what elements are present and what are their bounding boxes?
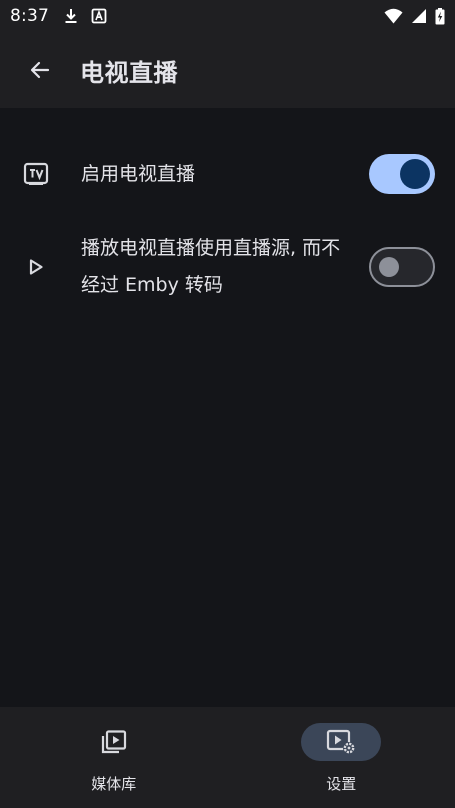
enable-live-tv-switch[interactable] — [369, 154, 435, 194]
tv-icon — [22, 160, 50, 188]
play-icon — [22, 253, 50, 281]
setting-label: 播放电视直播使用直播源, 而不经过 Emby 转码 — [81, 237, 341, 296]
use-direct-stream-switch[interactable] — [369, 247, 435, 287]
setting-use-direct-stream[interactable]: 播放电视直播使用直播源, 而不经过 Emby 转码 — [0, 224, 455, 310]
app-bar: 电视直播 — [0, 32, 455, 108]
wifi-icon — [384, 8, 403, 24]
bottom-navigation: 媒体库 设置 — [0, 707, 455, 808]
status-bar: 8:37 — [0, 0, 455, 32]
status-left-icons — [63, 8, 107, 24]
settings-list: 启用电视直播 播放电视直播使用直播源, 而不经过 Emby 转码 — [0, 128, 455, 310]
app-screen: 8:37 电视直播 启用电视直播 播放电视直播使用直播源, 而不经过 Emby … — [0, 0, 455, 808]
nav-icon-container — [301, 723, 382, 761]
status-time: 8:37 — [10, 6, 49, 26]
page-title: 电视直播 — [80, 58, 178, 87]
nav-item-media-library[interactable]: 媒体库 — [0, 707, 228, 808]
signal-icon — [412, 9, 426, 23]
battery-charging-icon — [435, 7, 445, 24]
download-icon — [65, 9, 77, 23]
switch-knob — [379, 257, 399, 277]
app-notification-icon — [91, 8, 107, 24]
status-right-icons — [384, 7, 445, 25]
media-library-icon — [101, 730, 126, 754]
arrow-back-icon — [30, 61, 50, 79]
nav-icon-container — [74, 723, 154, 761]
nav-label: 设置 — [326, 775, 357, 793]
switch-knob — [400, 159, 430, 189]
nav-item-settings[interactable]: 设置 — [228, 707, 455, 808]
setting-label: 启用电视直播 — [81, 162, 196, 185]
back-button[interactable] — [16, 46, 64, 94]
settings-video-icon — [327, 729, 356, 754]
setting-enable-live-tv[interactable]: 启用电视直播 — [0, 128, 455, 220]
nav-label: 媒体库 — [91, 775, 137, 793]
